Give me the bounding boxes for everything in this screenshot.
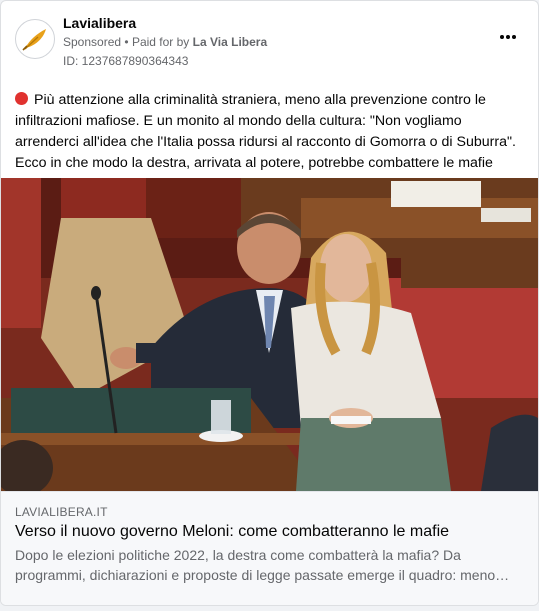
paid-for-name[interactable]: La Via Libera [193, 35, 267, 49]
page-avatar[interactable] [15, 19, 55, 59]
more-options-button[interactable] [496, 29, 520, 45]
ad-id: ID: 1237687890364343 [63, 54, 189, 68]
more-options-icon-dot [512, 35, 516, 39]
sponsorship-line: Sponsored • Paid for by La Via Libera [63, 35, 267, 49]
more-options-icon-dot [506, 35, 510, 39]
sponsored-post-card: Lavialibera Sponsored • Paid for by La V… [0, 0, 539, 606]
link-headline[interactable]: Verso il nuovo governo Meloni: come comb… [15, 523, 449, 541]
page-name[interactable]: Lavialibera [63, 15, 136, 31]
link-preview-image[interactable] [1, 178, 538, 491]
quill-feather-icon [22, 29, 46, 51]
link-description: Dopo le elezioni politiche 2022, la dest… [15, 547, 510, 583]
link-preview[interactable]: LAVIALIBERA.IT Verso il nuovo governo Me… [1, 491, 538, 605]
meta-separator: • [124, 35, 129, 49]
parliament-photo [1, 178, 538, 491]
post-header: Lavialibera Sponsored • Paid for by La V… [1, 1, 538, 76]
paid-for-prefix: Paid for by [131, 35, 190, 49]
link-domain: LAVIALIBERA.IT [15, 505, 108, 519]
red-circle-emoji [15, 92, 28, 105]
post-body: Più attenzione alla criminalità stranier… [15, 90, 527, 174]
more-options-icon [500, 35, 504, 39]
post-body-text: Più attenzione alla criminalità stranier… [15, 92, 516, 171]
sponsored-label: Sponsored [63, 35, 122, 49]
